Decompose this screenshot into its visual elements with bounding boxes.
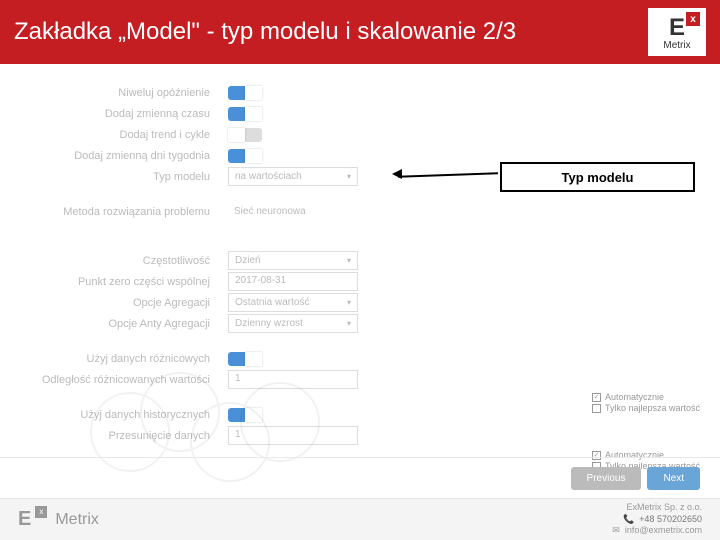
row-roznicowe: Użyj danych różnicowych: [0, 348, 580, 369]
checks-group-1: ✓ Automatycznie Tylko najlepsza wartość: [592, 392, 700, 414]
select-typ-modelu-value: na wartościach: [235, 171, 302, 182]
check-label-tylko-1: Tylko najlepsza wartość: [605, 403, 700, 413]
label-dodaj-trend: Dodaj trend i cykle: [0, 129, 228, 141]
select-anty-agregacja[interactable]: Dzienny wzrost ▾: [228, 314, 358, 333]
input-odleglosc[interactable]: 1: [228, 370, 358, 389]
label-dodaj-czasu: Dodaj zmienną czasu: [0, 108, 228, 120]
header-bar: Zakładka „Model" - typ modelu i skalowan…: [0, 0, 720, 64]
footer-logo-metrix: Metrix: [55, 511, 99, 529]
logo-letter-e: E: [669, 14, 685, 42]
row-odleglosc: Odległość różnicowanych wartości 1: [0, 369, 580, 390]
row-historyczne: Użyj danych historycznych: [0, 404, 580, 425]
checkbox-tylko-1[interactable]: [592, 404, 601, 413]
toggle-dodaj-trend[interactable]: [228, 128, 262, 142]
row-metoda: Metoda rozwiązania problemu Sieć neurono…: [0, 201, 580, 222]
select-typ-modelu[interactable]: na wartościach ▾: [228, 167, 358, 186]
caret-icon: ▾: [347, 298, 351, 307]
logo-badge-x: x: [686, 12, 700, 26]
footer-phone: +48 570202650: [639, 514, 702, 526]
callout-typ-modelu: Typ modelu: [500, 162, 695, 192]
value-metoda: Sieć neuronowa: [228, 204, 312, 219]
label-punkt-zero: Punkt zero części wspólnej: [0, 276, 228, 288]
mail-icon: ✉: [612, 525, 620, 537]
footer-logo-e: E: [18, 508, 31, 531]
row-anty-agregacja: Opcje Anty Agregacji Dzienny wzrost ▾: [0, 313, 580, 334]
label-niweluj: Niweluj opóźnienie: [0, 87, 228, 99]
footer-logo-x: x: [35, 506, 47, 518]
label-dodaj-dni: Dodaj zmienną dni tygodnia: [0, 150, 228, 162]
select-czestotliwosc[interactable]: Dzień ▾: [228, 251, 358, 270]
caret-icon: ▾: [347, 172, 351, 181]
checkbox-auto-2[interactable]: ✓: [592, 451, 601, 460]
caret-icon: ▾: [347, 256, 351, 265]
label-historyczne: Użyj danych historycznych: [0, 409, 228, 421]
select-czestotliwosc-value: Dzień: [235, 255, 261, 266]
row-typ-modelu: Typ modelu na wartościach ▾: [0, 166, 580, 187]
checkbox-auto-1[interactable]: ✓: [592, 393, 601, 402]
label-agregacja: Opcje Agregacji: [0, 297, 228, 309]
form-area: Niweluj opóźnienie Dodaj zmienną czasu D…: [0, 82, 580, 446]
toggle-dodaj-dni[interactable]: [228, 149, 262, 163]
caret-icon: ▾: [347, 319, 351, 328]
content-area: Niweluj opóźnienie Dodaj zmienną czasu D…: [0, 64, 720, 446]
row-dodaj-dni: Dodaj zmienną dni tygodnia: [0, 145, 580, 166]
check-label-auto-2: Automatycznie: [605, 450, 664, 460]
input-punkt-zero[interactable]: 2017-08-31: [228, 272, 358, 291]
footer-contact: ExMetrix Sp. z o.o. 📞 +48 570202650 ✉ info…: [612, 502, 702, 537]
row-niweluj: Niweluj opóźnienie: [0, 82, 580, 103]
input-przesuniecie[interactable]: 1: [228, 426, 358, 445]
divider-line: [0, 457, 720, 458]
toggle-dodaj-czasu[interactable]: [228, 107, 262, 121]
footer-bar: Ex Metrix ExMetrix Sp. z o.o. 📞 +48 57020…: [0, 498, 720, 540]
label-metoda: Metoda rozwiązania problemu: [0, 206, 228, 218]
select-agregacja[interactable]: Ostatnia wartość ▾: [228, 293, 358, 312]
label-odleglosc: Odległość różnicowanych wartości: [0, 374, 228, 386]
label-roznicowe: Użyj danych różnicowych: [0, 353, 228, 365]
logo-top: E x Metrix: [648, 8, 706, 56]
select-anty-agregacja-value: Dzienny wzrost: [235, 318, 303, 329]
check-label-auto-1: Automatycznie: [605, 392, 664, 402]
label-przesuniecie: Przesunięcie danych: [0, 430, 228, 442]
nav-buttons: Previous Next: [571, 467, 700, 490]
label-typ-modelu: Typ modelu: [0, 171, 228, 183]
next-button[interactable]: Next: [647, 467, 700, 490]
phone-icon: 📞: [623, 514, 634, 526]
row-punkt-zero: Punkt zero części wspólnej 2017-08-31: [0, 271, 580, 292]
toggle-roznicowe[interactable]: [228, 352, 262, 366]
toggle-niweluj[interactable]: [228, 86, 262, 100]
row-dodaj-czasu: Dodaj zmienną czasu: [0, 103, 580, 124]
row-dodaj-trend: Dodaj trend i cykle: [0, 124, 580, 145]
previous-button[interactable]: Previous: [571, 467, 642, 490]
callout-label: Typ modelu: [562, 170, 634, 185]
row-czestotliwosc: Częstotliwość Dzień ▾: [0, 250, 580, 271]
toggle-historyczne[interactable]: [228, 408, 262, 422]
row-przesuniecie: Przesunięcie danych 1: [0, 425, 580, 446]
label-anty-agregacja: Opcje Anty Agregacji: [0, 318, 228, 330]
footer-email: info@exmetrix.com: [625, 525, 702, 537]
label-czestotliwosc: Częstotliwość: [0, 255, 228, 267]
row-agregacja: Opcje Agregacji Ostatnia wartość ▾: [0, 292, 580, 313]
footer-company: ExMetrix Sp. z o.o.: [626, 502, 702, 514]
page-title: Zakładka „Model" - typ modelu i skalowan…: [14, 18, 648, 46]
select-agregacja-value: Ostatnia wartość: [235, 297, 309, 308]
footer-logo: Ex Metrix: [18, 508, 99, 531]
